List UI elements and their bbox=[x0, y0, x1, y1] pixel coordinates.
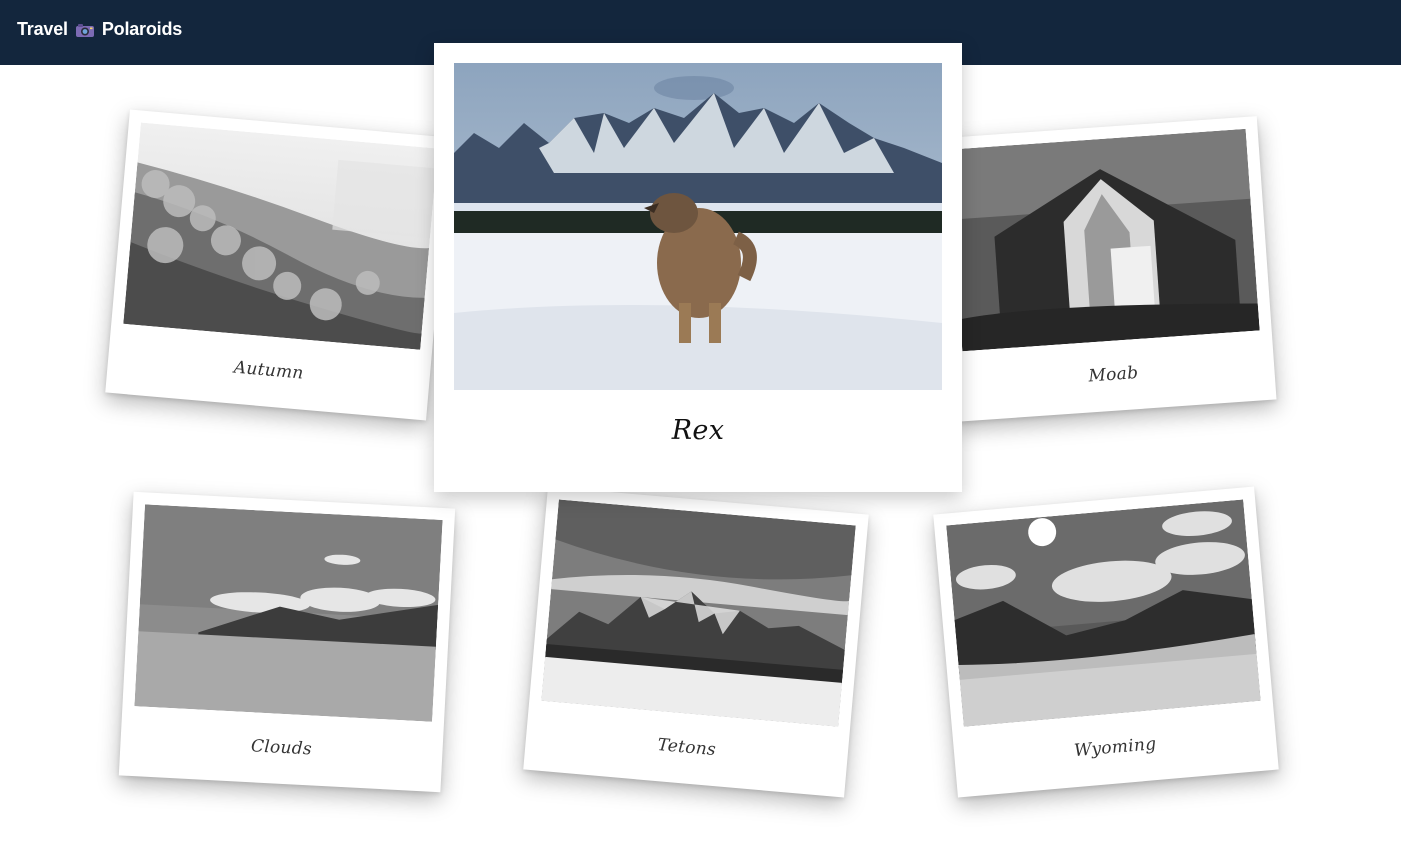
polaroid-rex[interactable]: Rex bbox=[434, 43, 962, 492]
photo-moab bbox=[948, 128, 1260, 352]
photo-autumn bbox=[123, 122, 438, 350]
caption-clouds: Clouds bbox=[250, 736, 313, 760]
camera-icon bbox=[75, 22, 95, 38]
polaroid-wyoming[interactable]: Wyoming bbox=[933, 486, 1279, 798]
caption-autumn: Autumn bbox=[233, 357, 305, 384]
polaroid-clouds[interactable]: Clouds bbox=[118, 491, 456, 793]
photo-clouds bbox=[134, 504, 443, 722]
caption-rex: Rex bbox=[671, 415, 725, 446]
polaroid-moab[interactable]: Moab bbox=[935, 116, 1277, 422]
app-title-left: Travel bbox=[17, 19, 68, 39]
photo-rex bbox=[454, 63, 942, 390]
polaroid-tetons[interactable]: Tetons bbox=[523, 486, 869, 798]
app-title[interactable]: Travel Polaroids bbox=[17, 19, 182, 40]
caption-wyoming: Wyoming bbox=[1073, 734, 1158, 762]
caption-moab: Moab bbox=[1087, 363, 1139, 387]
polaroid-autumn[interactable]: Autumn bbox=[105, 109, 451, 421]
photo-tetons bbox=[541, 499, 856, 727]
photo-wyoming bbox=[946, 499, 1261, 727]
caption-tetons: Tetons bbox=[656, 735, 717, 761]
app-title-right: Polaroids bbox=[101, 19, 183, 39]
